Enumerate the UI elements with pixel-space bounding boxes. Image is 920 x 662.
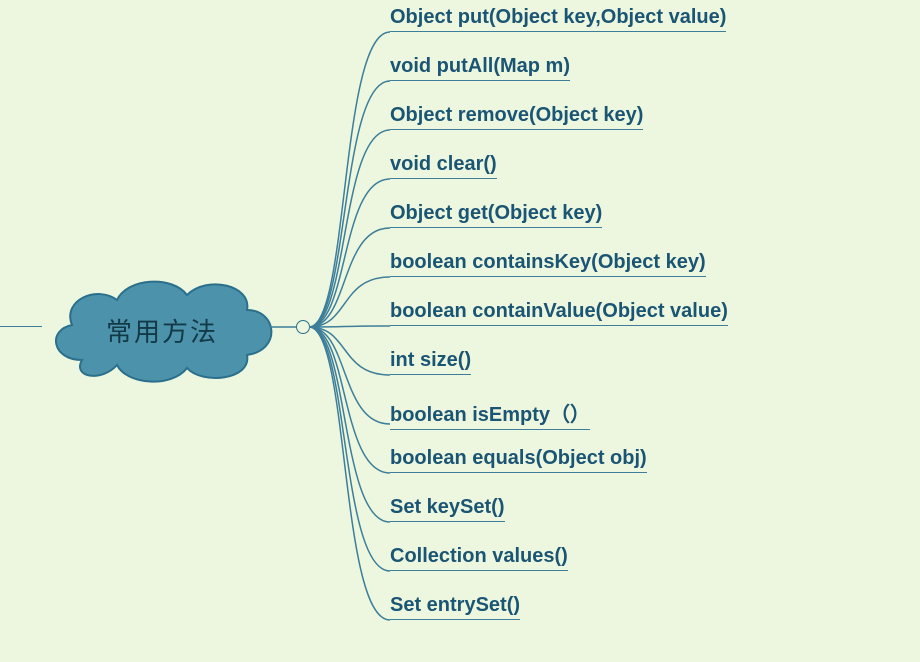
- branch-node[interactable]: boolean equals(Object obj): [390, 447, 647, 473]
- branch-node[interactable]: Object put(Object key,Object value): [390, 6, 726, 32]
- branch-node[interactable]: Set keySet(): [390, 496, 505, 522]
- branch-node[interactable]: int size(): [390, 349, 471, 375]
- branch-node[interactable]: boolean containValue(Object value): [390, 300, 728, 326]
- branch-node[interactable]: Object get(Object key): [390, 202, 602, 228]
- root-label: 常用方法: [42, 270, 282, 390]
- branch-node[interactable]: Collection values(): [390, 545, 568, 571]
- branch-node[interactable]: boolean isEmpty（）: [390, 398, 590, 430]
- branch-node[interactable]: Object remove(Object key): [390, 104, 643, 130]
- root-node[interactable]: 常用方法: [42, 270, 282, 390]
- branch-node[interactable]: void putAll(Map m): [390, 55, 570, 81]
- branch-node[interactable]: void clear(): [390, 153, 497, 179]
- branch-node[interactable]: Set entrySet(): [390, 594, 520, 620]
- expand-toggle[interactable]: [296, 320, 310, 334]
- branch-node[interactable]: boolean containsKey(Object key): [390, 251, 706, 277]
- root-line: [0, 326, 42, 327]
